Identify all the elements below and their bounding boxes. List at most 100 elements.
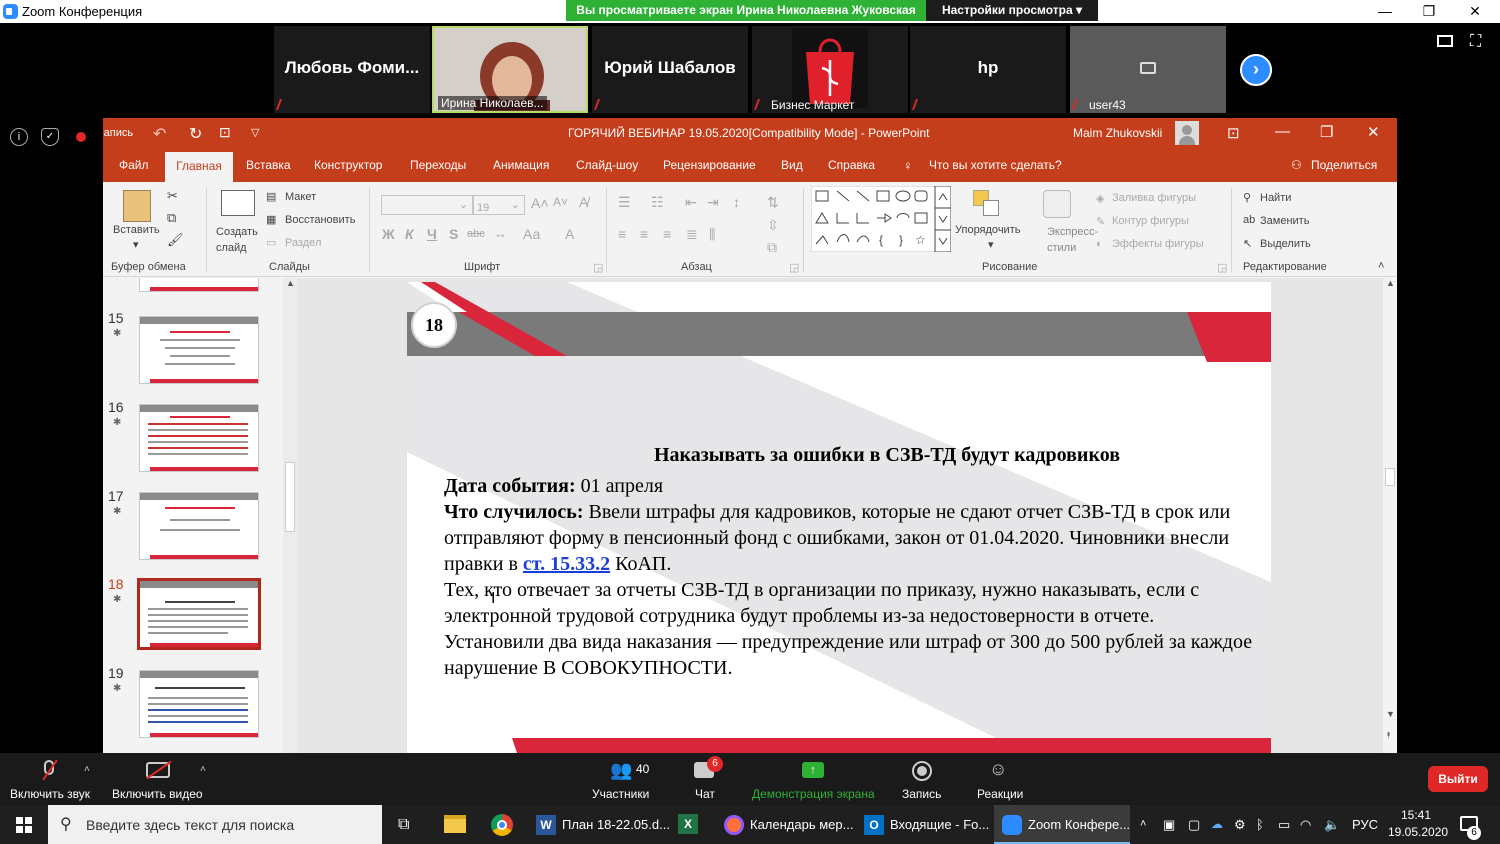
shape-outline-button[interactable]: Контур фигуры <box>1112 215 1189 227</box>
paste-dropdown-icon[interactable]: ▾ <box>133 238 139 251</box>
font-name-select[interactable]: ⌄ <box>381 195 473 215</box>
taskbar-app-firefox[interactable]: Календарь мер... <box>716 805 853 844</box>
tab-animations[interactable]: Анимация <box>493 158 549 172</box>
share-screen-button[interactable]: Демонстрация экрана <box>752 787 875 801</box>
participant-tile-active[interactable]: Ирина Николаев... <box>432 26 588 113</box>
paste-icon[interactable] <box>123 190 151 222</box>
change-case-button[interactable]: Аа <box>523 226 540 242</box>
slide-canvas[interactable]: 18 Наказывать за ошибки в СЗВ-ТД будут к… <box>407 282 1271 753</box>
replace-button[interactable]: Заменить <box>1260 215 1309 227</box>
unmute-button[interactable]: Включить звук <box>10 787 90 801</box>
participant-tile[interactable]: hp <box>910 26 1066 113</box>
text-direction-icon[interactable]: ⇅ <box>767 194 779 211</box>
share-button[interactable]: Поделиться <box>1311 158 1377 172</box>
file-explorer-icon[interactable] <box>444 815 466 833</box>
scroll-thumb[interactable] <box>285 462 295 532</box>
participant-tile[interactable]: Любовь Фоми... <box>274 26 430 113</box>
shadow-button[interactable]: S <box>449 226 458 242</box>
reset-button[interactable]: Восстановить <box>285 214 355 226</box>
view-options-button[interactable]: Настройки просмотра ▾ <box>926 0 1098 21</box>
taskbar-search-box[interactable]: ⚲ Введите здесь текст для поиска <box>48 805 382 844</box>
fullscreen-icon[interactable]: ⛶ <box>1470 33 1481 51</box>
font-size-select[interactable]: 19 ⌄ <box>473 195 525 215</box>
volume-icon[interactable]: 🔈 <box>1324 805 1340 844</box>
participant-tile[interactable]: Юрий Шабалов <box>592 26 748 113</box>
participants-button[interactable]: Участники <box>592 787 649 801</box>
muted-mic-icon[interactable] <box>38 758 60 782</box>
info-icon[interactable]: i <box>10 128 28 146</box>
justify-icon[interactable]: ≣ <box>686 226 698 243</box>
task-view-icon[interactable]: ⧉ <box>398 805 409 844</box>
tab-slideshow[interactable]: Слайд-шоу <box>576 158 638 172</box>
slide-thumbnail-selected[interactable] <box>137 578 261 650</box>
reactions-button[interactable]: Реакции <box>977 787 1023 801</box>
tab-help[interactable]: Справка <box>828 158 875 172</box>
participant-tile[interactable]: Бизнес Маркет <box>752 26 908 113</box>
network-icon[interactable]: ▭ <box>1278 805 1290 844</box>
tab-review[interactable]: Рецензирование <box>663 158 756 172</box>
tray-app-icon[interactable]: ▢ <box>1188 805 1200 844</box>
tab-home[interactable]: Главная <box>165 152 233 182</box>
strikethrough-button[interactable]: abc <box>467 228 485 240</box>
section-button[interactable]: Раздел <box>285 237 321 249</box>
excel-icon[interactable]: X <box>678 814 698 834</box>
minimize-button[interactable]: — <box>1362 0 1408 23</box>
font-dialog-icon[interactable]: ◲ <box>593 261 603 274</box>
columns-icon[interactable]: ⫼ <box>709 226 715 243</box>
undo-icon[interactable]: ↶ <box>153 124 166 144</box>
participant-tile[interactable]: user43 <box>1070 26 1226 113</box>
bold-button[interactable]: Ж <box>382 226 395 242</box>
avatar[interactable] <box>1175 121 1199 145</box>
decrease-indent-icon[interactable]: ⇤ <box>685 194 697 211</box>
tab-transitions[interactable]: Переходы <box>410 158 466 172</box>
align-right-icon[interactable]: ≡ <box>663 226 671 242</box>
cut-icon[interactable]: ✂ <box>167 188 178 204</box>
clock[interactable]: 15:41 19.05.2020 <box>1388 807 1448 841</box>
select-button[interactable]: Выделить <box>1260 238 1311 250</box>
increase-indent-icon[interactable]: ⇥ <box>707 194 719 211</box>
font-color-button[interactable]: А <box>565 226 574 242</box>
reactions-icon[interactable]: ☺ <box>989 759 1007 780</box>
tell-me-input[interactable]: Что вы хотите сделать? <box>929 158 1062 172</box>
slide-scrollbar[interactable]: ▲ ▼ ⯭ <box>1383 278 1397 753</box>
scroll-thumb[interactable] <box>1385 468 1395 486</box>
tab-insert[interactable]: Вставка <box>246 158 291 172</box>
next-page-button[interactable]: › <box>1240 54 1272 86</box>
char-spacing-icon[interactable]: ↔ <box>494 226 507 241</box>
find-button[interactable]: Найти <box>1260 192 1291 204</box>
bullets-icon[interactable]: ☰ <box>618 194 631 211</box>
record-icon[interactable] <box>912 761 932 781</box>
taskbar-app-word[interactable]: W План 18-22.05.d... <box>528 805 670 844</box>
collapse-ribbon-icon[interactable]: ˄ <box>1378 260 1384 272</box>
ppt-close-button[interactable]: ✕ <box>1367 123 1380 141</box>
customize-qat-icon[interactable]: ▽ <box>251 126 259 139</box>
shape-fill-button[interactable]: Заливка фигуры <box>1112 192 1196 204</box>
shape-effects-button[interactable]: Эффекты фигуры <box>1112 238 1204 250</box>
video-options-icon[interactable]: ˄ <box>200 764 206 775</box>
ppt-restore-button[interactable]: ❐ <box>1320 123 1333 141</box>
slide-thumbnail[interactable] <box>139 670 259 738</box>
maximize-button[interactable]: ❐ <box>1406 0 1452 23</box>
video-off-icon[interactable] <box>146 760 172 780</box>
windows-start-icon[interactable] <box>16 817 32 833</box>
start-video-button[interactable]: Включить видео <box>112 787 203 801</box>
quick-styles-icon[interactable] <box>1043 190 1071 218</box>
start-slideshow-icon[interactable]: ⊡ <box>219 124 231 141</box>
align-text-icon[interactable]: ⇳ <box>767 217 779 234</box>
language-indicator[interactable]: РУС <box>1352 805 1378 844</box>
tab-view[interactable]: Вид <box>781 158 803 172</box>
smartart-icon[interactable]: ⧉ <box>767 239 777 256</box>
grow-font-icon[interactable]: A˄ <box>531 195 549 211</box>
shrink-font-icon[interactable]: A˅ <box>553 195 568 209</box>
ppt-minimize-button[interactable]: — <box>1275 123 1290 140</box>
arrange-icon[interactable] <box>973 190 1001 218</box>
new-slide-button[interactable]: Создать слайд <box>216 224 264 256</box>
chrome-icon[interactable] <box>491 814 513 836</box>
bluetooth-icon[interactable]: ᛒ <box>1256 805 1264 844</box>
quick-styles-button[interactable]: Экспресс-стили <box>1047 224 1098 256</box>
copy-icon[interactable]: ⧉ <box>167 210 176 226</box>
law-link[interactable]: ст. 15.33.2 <box>523 553 610 575</box>
taskbar-app-outlook[interactable]: O Входящие - Fo... <box>856 805 992 844</box>
align-left-icon[interactable]: ≡ <box>618 226 626 242</box>
italic-button[interactable]: К <box>405 226 414 242</box>
